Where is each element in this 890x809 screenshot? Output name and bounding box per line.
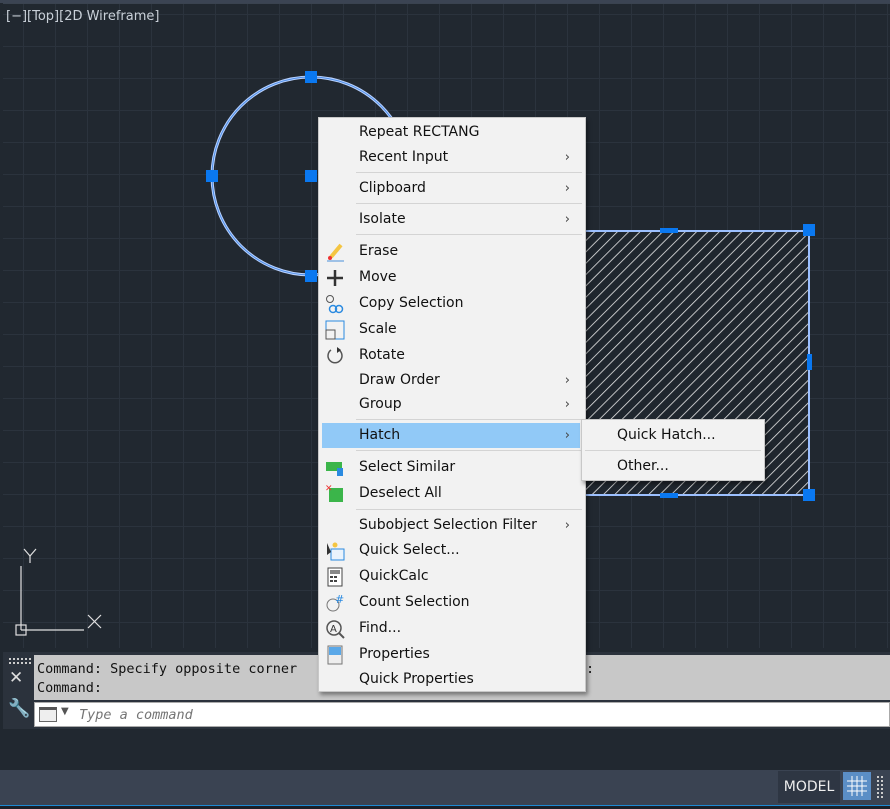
count-icon: # (325, 593, 345, 613)
context-menu: Repeat RECTANG Recent Input › Clipboard › Iso… (318, 117, 586, 692)
taskbar-edge (0, 805, 890, 809)
scale-icon (325, 320, 345, 340)
menu-item-label: Group (359, 396, 402, 412)
menu-item-label: Recent Input (359, 149, 449, 165)
menu-item-label: Erase (359, 243, 399, 259)
menu-separator (356, 172, 582, 173)
menu-item-label: Subobject Selection Filter (359, 517, 537, 533)
menu-item-subobject-selection-filter[interactable]: Subobject Selection Filter › (322, 513, 580, 538)
menu-item-draw-order[interactable]: Draw Order › (322, 368, 580, 393)
menu-item-label: Select Similar (359, 459, 456, 475)
chevron-right-icon: › (564, 150, 570, 165)
history-line: Command: Specify opposite corner (37, 661, 298, 677)
menu-item-move[interactable]: Move (322, 265, 580, 290)
menu-separator (356, 203, 582, 204)
close-icon[interactable]: ✕ (9, 668, 23, 688)
quick-select-icon (325, 541, 345, 561)
command-input-box[interactable]: ▼ (34, 702, 890, 727)
menu-item-label: Deselect All (359, 485, 442, 501)
menu-item-find[interactable]: A Find... (322, 616, 580, 641)
hatch-submenu: Quick Hatch... Other... (581, 419, 765, 481)
chevron-right-icon: › (564, 212, 570, 227)
status-bar (0, 770, 890, 805)
menu-separator (356, 419, 582, 420)
menu-separator (356, 509, 582, 510)
command-prompt-icon[interactable] (39, 707, 57, 722)
menu-item-label: Isolate (359, 211, 406, 227)
menu-item-properties[interactable]: Properties (322, 642, 580, 667)
move-icon (325, 268, 345, 288)
ucs-icon (15, 548, 102, 636)
chevron-down-icon[interactable]: ▼ (61, 706, 69, 717)
svg-text:A: A (330, 624, 337, 635)
calculator-icon (325, 567, 345, 587)
menu-item-label: Quick Select... (359, 542, 460, 558)
menu-separator (585, 450, 761, 451)
menu-item-deselect-all[interactable]: ✕ Deselect All (322, 481, 580, 506)
menu-item-hatch[interactable]: Hatch › (322, 423, 580, 448)
history-line-tail: : (586, 661, 595, 677)
menu-item-label: Quick Properties (359, 671, 474, 687)
menu-item-rotate[interactable]: Rotate (322, 343, 580, 368)
menu-item-clipboard[interactable]: Clipboard › (322, 176, 580, 201)
erase-icon (325, 242, 345, 262)
chevron-right-icon: › (564, 397, 570, 412)
menu-item-label: Properties (359, 646, 430, 662)
menu-item-label: Scale (359, 321, 397, 337)
snap-icon[interactable] (877, 776, 883, 798)
grid-toggle[interactable] (843, 772, 871, 800)
chevron-right-icon: › (564, 181, 570, 196)
menu-item-label: QuickCalc (359, 568, 429, 584)
menu-item-copy-selection[interactable]: Copy Selection (322, 291, 580, 316)
drag-handle-icon[interactable] (9, 658, 31, 664)
menu-item-label: Move (359, 269, 397, 285)
menu-separator (356, 450, 582, 451)
menu-item-quick-hatch[interactable]: Quick Hatch... (585, 423, 761, 448)
select-similar-icon (325, 458, 345, 478)
menu-item-repeat-rectang[interactable]: Repeat RECTANG (322, 120, 580, 145)
menu-item-group[interactable]: Group › (322, 392, 580, 417)
menu-item-label: Draw Order (359, 372, 440, 388)
menu-item-isolate[interactable]: Isolate › (322, 207, 580, 232)
menu-item-select-similar[interactable]: Select Similar (322, 455, 580, 480)
menu-item-quickcalc[interactable]: QuickCalc (322, 564, 580, 589)
copy-icon (325, 294, 345, 314)
model-tab[interactable]: MODEL (778, 771, 840, 803)
menu-item-label: Clipboard (359, 180, 426, 196)
menu-item-scale[interactable]: Scale (322, 317, 580, 342)
menu-item-erase[interactable]: Erase (322, 239, 580, 264)
menu-item-label: Rotate (359, 347, 405, 363)
chevron-right-icon: › (564, 428, 570, 443)
chevron-right-icon: › (564, 518, 570, 533)
grid-icon (847, 776, 867, 796)
menu-separator (356, 234, 582, 235)
menu-item-label: Repeat RECTANG (359, 124, 480, 140)
menu-item-count-selection[interactable]: # Count Selection (322, 590, 580, 615)
menu-item-label: Count Selection (359, 594, 470, 610)
menu-item-other[interactable]: Other... (585, 454, 761, 479)
menu-item-quick-select[interactable]: Quick Select... (322, 538, 580, 563)
command-input[interactable] (79, 705, 779, 725)
deselect-all-icon: ✕ (325, 484, 345, 504)
menu-item-label: Find... (359, 620, 402, 636)
svg-text:✕: ✕ (325, 484, 333, 494)
find-icon: A (325, 619, 345, 639)
wrench-icon[interactable]: 🔧 (8, 698, 30, 719)
menu-item-label: Copy Selection (359, 295, 464, 311)
svg-text:#: # (335, 593, 344, 606)
properties-icon (325, 645, 345, 665)
menu-item-recent-input[interactable]: Recent Input › (322, 145, 580, 170)
menu-item-label: Hatch (359, 427, 401, 443)
menu-item-quick-properties[interactable]: Quick Properties (322, 667, 580, 692)
chevron-right-icon: › (564, 373, 570, 388)
rotate-icon (325, 346, 345, 366)
